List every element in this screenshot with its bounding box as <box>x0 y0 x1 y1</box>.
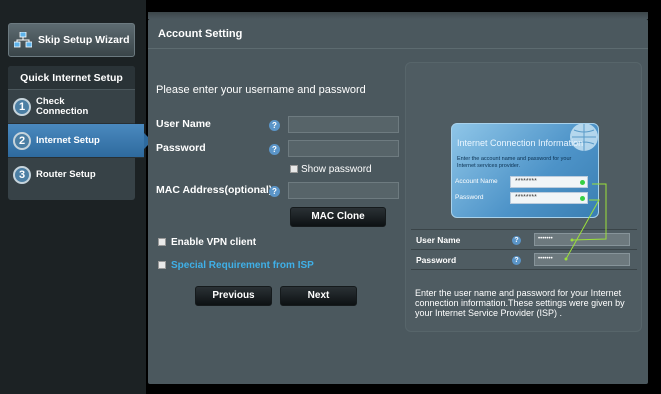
card-account-field: ******** <box>510 176 588 188</box>
sidebar-item-router-setup[interactable]: 3 Router Setup <box>8 158 135 192</box>
step-2-icon: 2 <box>13 131 31 150</box>
divider <box>411 249 637 250</box>
card-password-row: Password ******** <box>452 192 598 206</box>
divider <box>411 229 637 230</box>
demo-password-field: ••••••• <box>534 253 630 266</box>
card-password-field: ******** <box>510 192 588 204</box>
intro-text: Please enter your username and password <box>156 84 366 96</box>
demo-user-name-label: User Name <box>416 235 461 245</box>
sidebar: Skip Setup Wizard Quick Internet Setup 1… <box>0 0 152 394</box>
help-illustration: Internet Connection Information Enter th… <box>405 62 642 332</box>
mac-address-input[interactable] <box>288 182 399 199</box>
quick-internet-setup-title: Quick Internet Setup <box>8 66 135 90</box>
page-title: Account Setting <box>148 19 648 49</box>
sidebar-item-check-connection[interactable]: 1 Check Connection <box>8 90 135 124</box>
step-3-icon: 3 <box>13 166 31 184</box>
special-requirement-checkbox[interactable] <box>158 261 166 269</box>
illustration-note: Enter the user name and password for you… <box>415 288 625 318</box>
sidebar-item-label: Check Connection <box>36 95 89 117</box>
password-label: Password <box>156 142 206 154</box>
enable-vpn-label: Enable VPN client <box>171 237 257 248</box>
sidebar-item-internet-setup[interactable]: 2 Internet Setup <box>8 124 152 158</box>
username-help-icon[interactable]: ? <box>269 120 280 131</box>
quick-internet-setup-panel: Quick Internet Setup 1 Check Connection … <box>8 66 152 200</box>
divider <box>411 269 637 270</box>
previous-button[interactable]: Previous <box>195 286 272 306</box>
skip-setup-wizard-label: Skip Setup Wizard <box>38 34 130 46</box>
username-input[interactable] <box>288 116 399 133</box>
demo-password-label: Password <box>416 255 457 265</box>
demo-help-icon: ? <box>512 236 521 245</box>
mac-clone-button[interactable]: MAC Clone <box>290 207 386 227</box>
indicator-dot-icon <box>580 196 585 201</box>
connection-info-card: Internet Connection Information Enter th… <box>451 123 599 218</box>
sidebar-item-label: Router Setup <box>36 169 96 180</box>
special-requirement-link[interactable]: Special Requirement from ISP <box>171 260 314 271</box>
card-description: Enter the account name and password for … <box>457 156 572 169</box>
network-icon <box>14 32 32 48</box>
card-password-label: Password <box>455 194 484 201</box>
card-account-row: Account Name ******** <box>452 176 598 190</box>
password-input[interactable] <box>288 140 399 157</box>
sidebar-item-label: Internet Setup <box>36 134 100 146</box>
mac-address-label: MAC Address(optional) <box>156 184 273 196</box>
mac-address-help-icon[interactable]: ? <box>269 186 280 197</box>
next-button[interactable]: Next <box>280 286 357 306</box>
card-account-label: Account Name <box>455 178 498 185</box>
show-password-label: Show password <box>301 164 372 175</box>
step-1-icon: 1 <box>13 97 31 116</box>
username-label: User Name <box>156 118 211 130</box>
show-password-checkbox[interactable] <box>290 165 298 173</box>
card-account-value: ******** <box>515 178 537 185</box>
demo-user-name-field: ••••••• <box>534 233 630 246</box>
skip-setup-wizard-button[interactable]: Skip Setup Wizard <box>8 23 135 57</box>
indicator-dot-icon <box>580 180 585 185</box>
account-setting-panel: Account Setting Please enter your userna… <box>148 19 648 384</box>
top-stripe <box>148 12 648 19</box>
card-password-value: ******** <box>515 194 537 201</box>
demo-help-icon: ? <box>512 256 521 265</box>
card-title: Internet Connection Information <box>457 138 584 148</box>
password-help-icon[interactable]: ? <box>269 144 280 155</box>
enable-vpn-checkbox[interactable] <box>158 238 166 246</box>
